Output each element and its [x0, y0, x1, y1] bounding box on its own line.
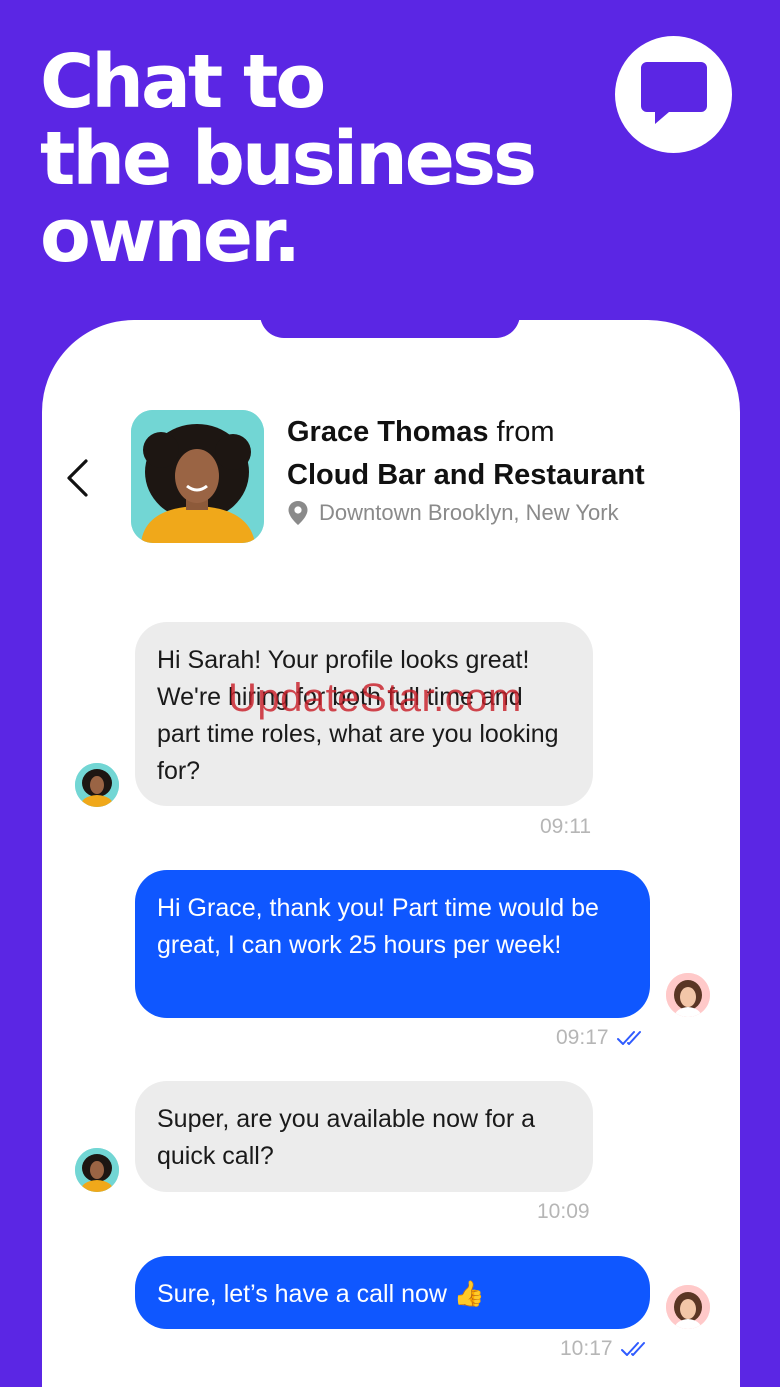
- avatar: [75, 763, 119, 807]
- grace-avatar-image: [75, 763, 119, 807]
- message-text: Hi Sarah! Your profile looks great! We'r…: [157, 646, 559, 785]
- location-pin-icon: [288, 501, 308, 525]
- back-button[interactable]: [60, 456, 94, 500]
- grace-portrait: [131, 410, 264, 543]
- phone-notch: [260, 310, 520, 338]
- contact-header: Grace Thomas from Cloud Bar and Restaura…: [287, 412, 645, 526]
- location-text: Downtown Brooklyn, New York: [319, 500, 619, 525]
- message-text: Super, are you available now for a quick…: [157, 1105, 536, 1170]
- message-timestamp: 09:11: [540, 815, 591, 839]
- avatar: [75, 1148, 119, 1192]
- headline-line-1: Chat to: [40, 39, 326, 125]
- grace-avatar-image: [75, 1148, 119, 1192]
- profile-photo[interactable]: [131, 410, 264, 543]
- timestamp-text: 10:09: [537, 1200, 590, 1223]
- message-timestamp: 10:17: [560, 1337, 651, 1361]
- double-check-icon: [616, 1031, 641, 1045]
- message-bubble-outgoing[interactable]: Hi Grace, thank you! Part time would be …: [135, 870, 650, 1018]
- sarah-avatar-image: [666, 1285, 710, 1329]
- message-bubble-outgoing[interactable]: Sure, let’s have a call now 👍: [135, 1256, 650, 1329]
- double-check-icon: [620, 1342, 645, 1356]
- chat-bubble-icon: [640, 61, 707, 124]
- timestamp-text: 09:11: [540, 815, 591, 838]
- contact-name[interactable]: Grace Thomas: [287, 416, 488, 448]
- chevron-left-icon: [67, 459, 88, 497]
- contact-connector: from: [488, 416, 555, 448]
- business-name[interactable]: Cloud Bar and Restaurant: [287, 452, 645, 498]
- timestamp-text: 10:17: [560, 1337, 613, 1360]
- avatar: [666, 973, 710, 1017]
- contact-name-line: Grace Thomas from: [287, 412, 645, 452]
- chat-badge: [615, 36, 732, 153]
- sarah-avatar-image: [666, 973, 710, 1017]
- message-bubble-incoming[interactable]: Hi Sarah! Your profile looks great! We'r…: [135, 622, 593, 806]
- message-timestamp: 09:17: [556, 1026, 647, 1050]
- message-timestamp: 10:09: [537, 1200, 590, 1224]
- message-text: Hi Grace, thank you! Part time would be …: [157, 894, 599, 959]
- headline: Chat to the business owner.: [40, 39, 537, 279]
- avatar: [666, 1285, 710, 1329]
- headline-line-2: the business: [40, 116, 537, 202]
- message-text: Sure, let’s have a call now 👍: [157, 1280, 486, 1308]
- headline-line-3: owner.: [40, 193, 301, 279]
- timestamp-text: 09:17: [556, 1026, 609, 1049]
- message-bubble-incoming[interactable]: Super, are you available now for a quick…: [135, 1081, 593, 1192]
- location-row: Downtown Brooklyn, New York: [287, 500, 645, 526]
